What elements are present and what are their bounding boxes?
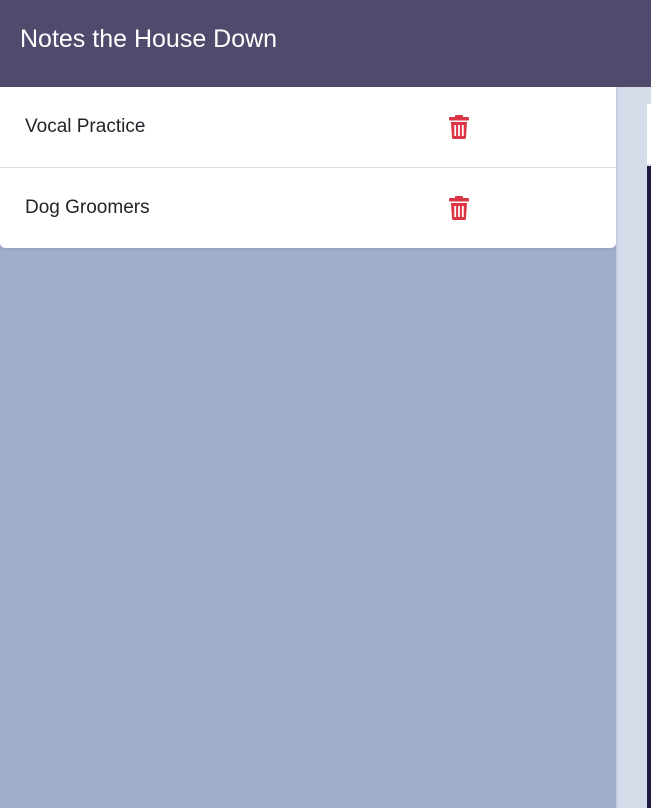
delete-note-button[interactable]	[449, 196, 469, 220]
app-root: Notes the House Down Vocal Practice Dog …	[0, 0, 651, 808]
note-sidebar: Vocal Practice Dog Groomers	[0, 87, 616, 808]
delete-note-button[interactable]	[449, 115, 469, 139]
note-list: Vocal Practice Dog Groomers	[0, 87, 616, 248]
navbar: Notes the House Down	[0, 0, 651, 87]
list-item[interactable]: Vocal Practice	[0, 87, 616, 167]
list-item[interactable]: Dog Groomers	[0, 167, 616, 248]
app-title[interactable]: Notes the House Down	[20, 25, 277, 54]
note-editor-pane	[618, 87, 651, 808]
note-text-area[interactable]	[647, 166, 651, 808]
trash-icon[interactable]	[449, 115, 469, 139]
note-title-input[interactable]	[647, 104, 651, 164]
note-title[interactable]: Dog Groomers	[25, 197, 150, 219]
note-title[interactable]: Vocal Practice	[25, 116, 145, 138]
trash-icon[interactable]	[449, 196, 469, 220]
